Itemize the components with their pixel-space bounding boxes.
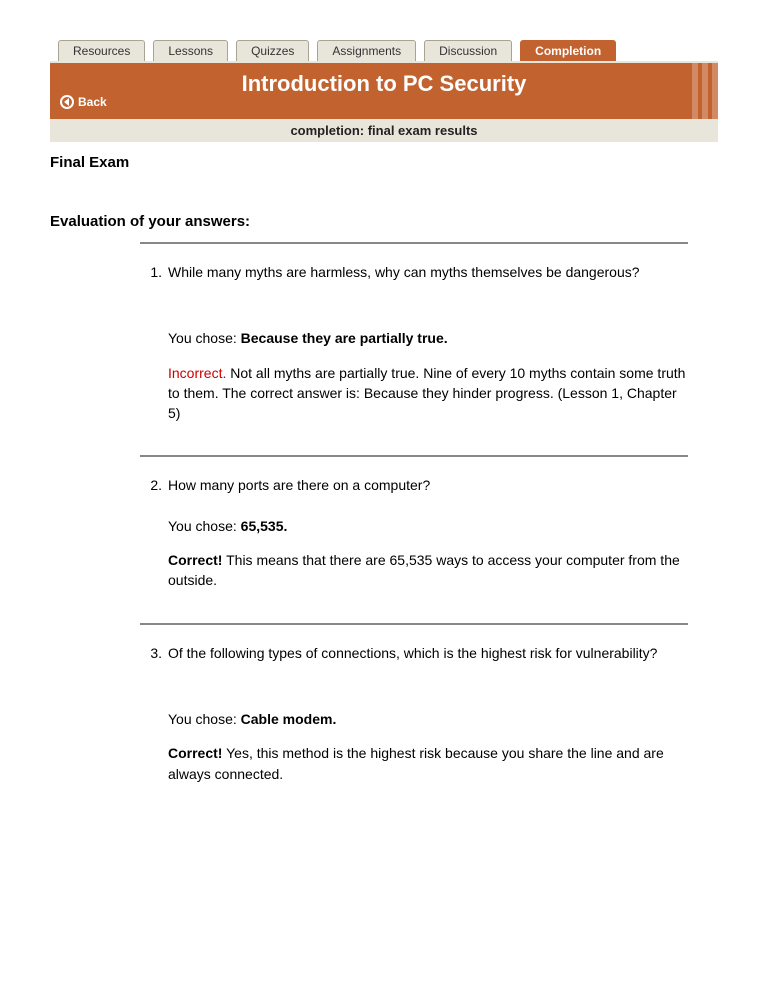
result-label-correct: Correct! bbox=[168, 552, 222, 568]
nav-tabs: Resources Lessons Quizzes Assignments Di… bbox=[50, 40, 718, 61]
back-button[interactable]: Back bbox=[60, 95, 107, 109]
result-label-incorrect: Incorrect. bbox=[168, 365, 226, 381]
question-item: 1. While many myths are harmless, why ca… bbox=[140, 242, 688, 455]
result-explanation: Correct! Yes, this method is the highest… bbox=[168, 743, 688, 784]
tab-quizzes[interactable]: Quizzes bbox=[236, 40, 309, 61]
back-label: Back bbox=[78, 95, 107, 109]
chosen-answer: You chose: 65,535. bbox=[168, 516, 688, 536]
course-header: Introduction to PC Security Back bbox=[50, 61, 718, 119]
question-text: How many ports are there on a computer? bbox=[168, 475, 688, 495]
question-number: 2. bbox=[140, 477, 168, 493]
question-item: 2. How many ports are there on a compute… bbox=[140, 455, 688, 622]
course-title: Introduction to PC Security bbox=[50, 71, 718, 97]
question-number: 1. bbox=[140, 264, 168, 280]
tab-resources[interactable]: Resources bbox=[58, 40, 145, 61]
chosen-answer: You chose: Cable modem. bbox=[168, 709, 688, 729]
subheader: completion: final exam results bbox=[50, 119, 718, 144]
content: Final Exam Evaluation of your answers: 1… bbox=[50, 144, 718, 816]
tab-lessons[interactable]: Lessons bbox=[153, 40, 228, 61]
section-title: Final Exam bbox=[50, 154, 718, 171]
chosen-answer: You chose: Because they are partially tr… bbox=[168, 328, 688, 348]
evaluation-title: Evaluation of your answers: bbox=[50, 213, 718, 230]
question-number: 3. bbox=[140, 645, 168, 661]
tab-discussion[interactable]: Discussion bbox=[424, 40, 512, 61]
tab-completion[interactable]: Completion bbox=[520, 40, 616, 61]
question-text: While many myths are harmless, why can m… bbox=[168, 262, 688, 282]
back-arrow-icon bbox=[60, 95, 74, 109]
header-decoration bbox=[688, 63, 718, 119]
result-explanation: Incorrect. Not all myths are partially t… bbox=[168, 363, 688, 424]
question-list: 1. While many myths are harmless, why ca… bbox=[140, 242, 688, 816]
result-explanation: Correct! This means that there are 65,53… bbox=[168, 550, 688, 591]
question-item: 3. Of the following types of connections… bbox=[140, 623, 688, 816]
question-text: Of the following types of connections, w… bbox=[168, 643, 688, 663]
result-label-correct: Correct! bbox=[168, 745, 222, 761]
tab-assignments[interactable]: Assignments bbox=[317, 40, 416, 61]
